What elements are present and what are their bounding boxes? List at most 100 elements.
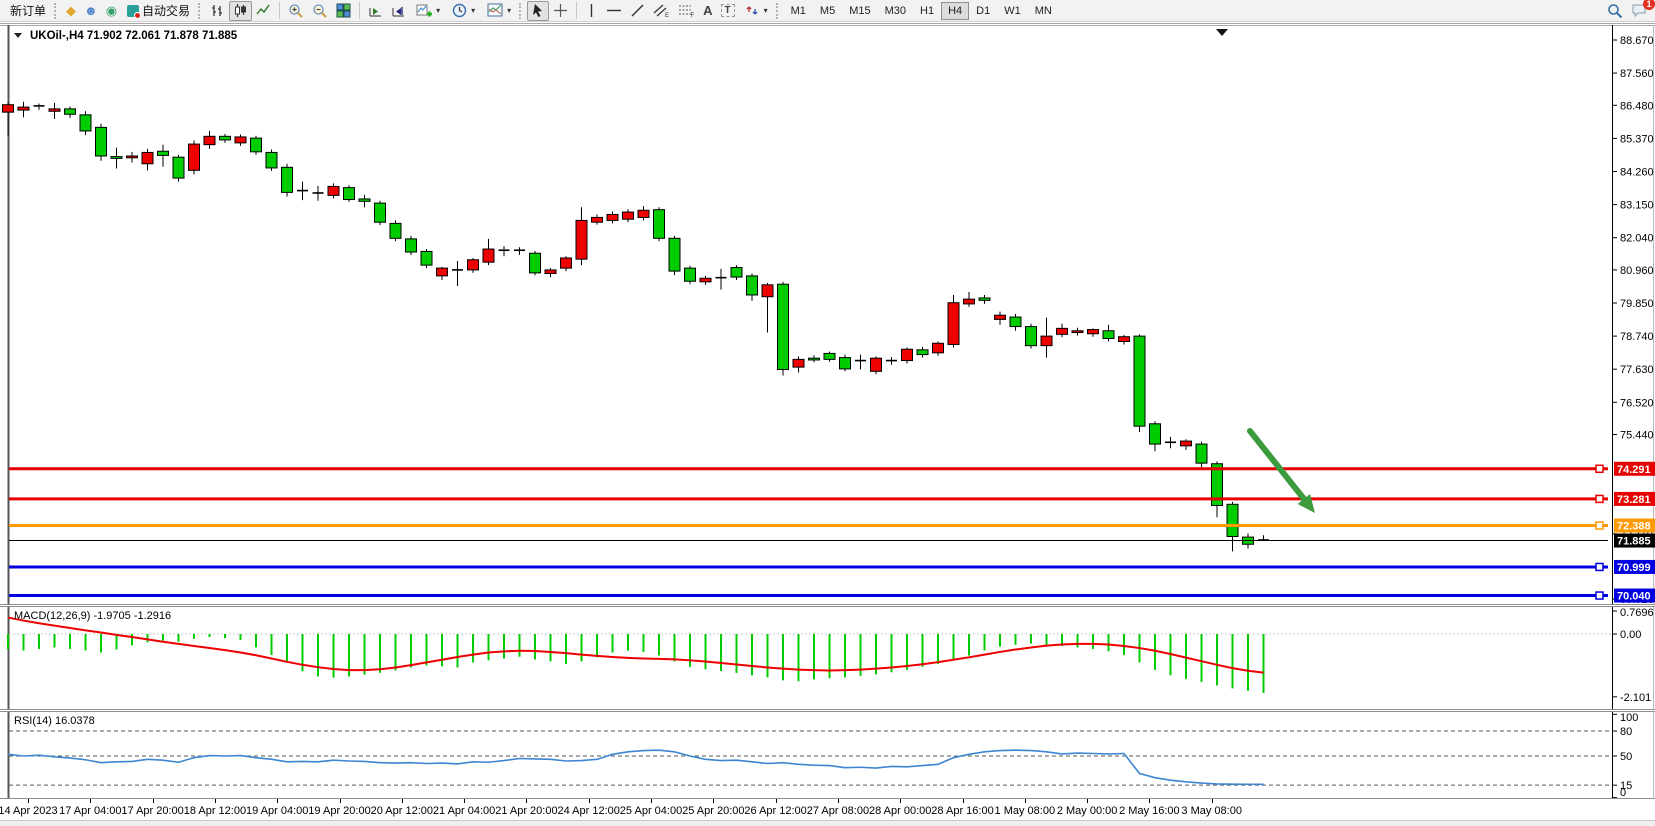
horizontal-line-tool[interactable] — [602, 1, 626, 21]
timeframe-button-h4[interactable]: H4 — [941, 2, 969, 20]
candle-body[interactable] — [189, 144, 200, 170]
search-button[interactable] — [1603, 1, 1627, 21]
add-indicator-button[interactable]: ▾ — [410, 1, 446, 21]
candle-body[interactable] — [654, 210, 665, 239]
zoom-in-button[interactable] — [284, 1, 308, 21]
candle-body[interactable] — [902, 349, 913, 360]
signals-button[interactable]: ◉ — [102, 1, 121, 21]
candle-body[interactable] — [282, 167, 293, 192]
timeframe-button-d1[interactable]: D1 — [969, 2, 997, 20]
market-watch-button[interactable]: ◆ — [62, 1, 80, 21]
candle-body[interactable] — [204, 136, 215, 144]
candle-body[interactable] — [871, 358, 882, 371]
tile-windows-button[interactable] — [332, 1, 355, 21]
candle-body[interactable] — [669, 238, 680, 271]
new-order-button[interactable]: 新订单 — [4, 1, 52, 21]
candle-body[interactable] — [437, 268, 448, 276]
ohlc-bars-button[interactable] — [206, 1, 229, 21]
candle-body[interactable] — [3, 105, 14, 112]
candle-body[interactable] — [406, 239, 417, 252]
candle-body[interactable] — [793, 359, 804, 367]
candle-body[interactable] — [49, 109, 60, 111]
candle-body[interactable] — [995, 315, 1006, 319]
candle-body[interactable] — [1150, 424, 1161, 444]
time-axis[interactable]: 14 Apr 202317 Apr 04:0017 Apr 20:0018 Ap… — [0, 799, 1655, 820]
vertical-line-tool[interactable] — [581, 1, 602, 21]
candle-body[interactable] — [1119, 337, 1130, 342]
level-line-handle[interactable] — [1596, 592, 1603, 599]
candle-body[interactable] — [607, 214, 618, 220]
candle-body[interactable] — [173, 157, 184, 178]
candle-body[interactable] — [809, 358, 820, 360]
candle-body[interactable] — [158, 151, 169, 155]
candle-body[interactable] — [592, 217, 603, 222]
rsi-pane[interactable]: 1008050150RSI(14) 16.0378 — [0, 712, 1655, 798]
candle-body[interactable] — [964, 299, 975, 304]
candle-body[interactable] — [824, 353, 835, 359]
crosshair-tool-button[interactable] — [549, 1, 572, 21]
macd-pane[interactable]: 0.76960.00-2.101MACD(12,26,9) -1.9705 -1… — [0, 607, 1655, 709]
candle-body[interactable] — [344, 188, 355, 200]
candle-body[interactable] — [1057, 328, 1068, 334]
candle-body[interactable] — [251, 138, 262, 152]
candle-body[interactable] — [545, 270, 556, 274]
candle-body[interactable] — [421, 251, 432, 265]
fibonacci-tool[interactable]: F — [674, 1, 699, 21]
timeframe-button-m5[interactable]: M5 — [813, 2, 842, 20]
chart-shift-marker[interactable] — [1216, 29, 1228, 36]
autotrade-button[interactable]: 自动交易 — [121, 1, 196, 21]
timeframe-button-m1[interactable]: M1 — [784, 2, 813, 20]
candle-body[interactable] — [700, 278, 711, 282]
candle-body[interactable] — [1181, 441, 1192, 446]
arrows-tool[interactable]: ▾ — [739, 1, 774, 21]
candle-body[interactable] — [1072, 331, 1083, 333]
candle-body[interactable] — [917, 350, 928, 355]
candle-body[interactable] — [65, 109, 76, 114]
candle-body[interactable] — [235, 137, 246, 143]
line-chart-button[interactable] — [252, 1, 275, 21]
candle-body[interactable] — [638, 210, 649, 217]
timeframe-button-m30[interactable]: M30 — [878, 2, 913, 20]
candle-body[interactable] — [530, 253, 541, 273]
candle-body[interactable] — [1227, 504, 1238, 536]
candle-body[interactable] — [1134, 336, 1145, 426]
candle-body[interactable] — [731, 268, 742, 278]
candle-body[interactable] — [390, 223, 401, 238]
periods-button[interactable]: ▾ — [446, 1, 481, 21]
candle-body[interactable] — [747, 276, 758, 295]
candle-body[interactable] — [1026, 327, 1037, 346]
candle-body[interactable] — [979, 298, 990, 300]
template-button[interactable]: ▾ — [481, 1, 517, 21]
candle-body[interactable] — [18, 107, 29, 110]
trendline-tool[interactable] — [626, 1, 649, 21]
candle-body[interactable] — [80, 115, 91, 131]
candle-body[interactable] — [762, 285, 773, 297]
candle-body[interactable] — [483, 249, 494, 262]
candle-body[interactable] — [468, 260, 479, 270]
candle-body[interactable] — [359, 199, 370, 201]
chart-shift-button[interactable] — [387, 1, 410, 21]
level-line-handle[interactable] — [1596, 522, 1603, 529]
level-line-handle[interactable] — [1596, 563, 1603, 570]
candle-body[interactable] — [1041, 336, 1052, 346]
candle-body[interactable] — [576, 220, 587, 259]
candle-body[interactable] — [561, 258, 572, 268]
equidistant-channel-tool[interactable]: E — [649, 1, 674, 21]
text-label-tool[interactable]: T — [717, 1, 739, 21]
timeframe-button-mn[interactable]: MN — [1028, 2, 1059, 20]
main-chart-pane[interactable]: 88.67087.56086.48085.37084.26083.15082.0… — [0, 25, 1655, 604]
timeframe-button-w1[interactable]: W1 — [997, 2, 1028, 20]
candle-body[interactable] — [778, 284, 789, 369]
timeframe-button-m15[interactable]: M15 — [842, 2, 877, 20]
candle-body[interactable] — [142, 152, 153, 163]
candle-body[interactable] — [623, 212, 634, 219]
zoom-out-button[interactable] — [308, 1, 332, 21]
candle-body[interactable] — [1088, 330, 1099, 334]
candle-body[interactable] — [1103, 331, 1114, 339]
profile-button[interactable]: ☻ — [80, 1, 102, 21]
timeframe-button-h1[interactable]: H1 — [913, 2, 941, 20]
text-tool[interactable]: A — [699, 1, 716, 21]
candle-body[interactable] — [111, 157, 122, 159]
candle-body[interactable] — [840, 358, 851, 369]
candle-body[interactable] — [948, 303, 959, 345]
